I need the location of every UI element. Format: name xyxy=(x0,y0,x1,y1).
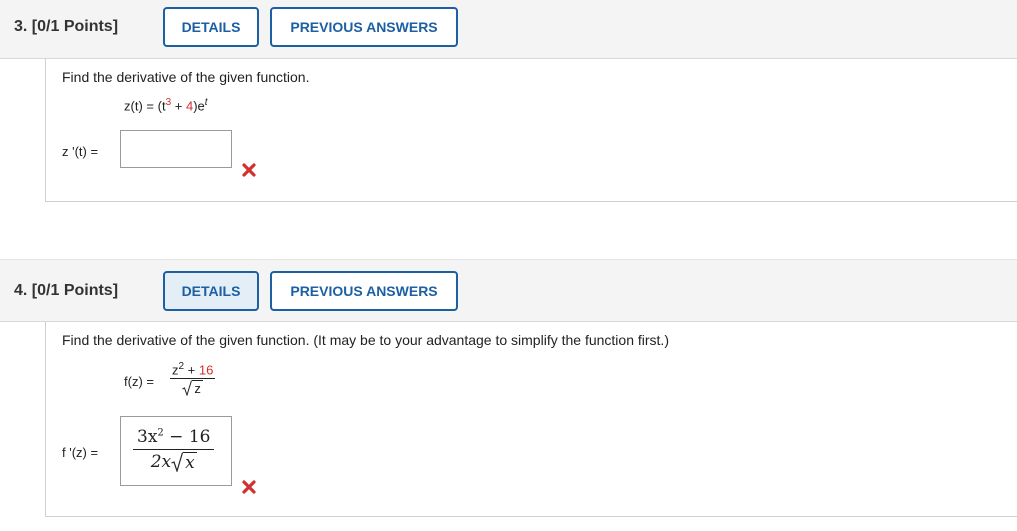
question-number: 4. xyxy=(14,282,28,299)
function-lhs: f(z) = xyxy=(124,374,154,389)
equals-sign: = xyxy=(90,144,99,159)
function-exponent: t xyxy=(204,97,208,108)
square-root-symbol: x xyxy=(171,452,197,473)
fraction-numerator: z2 + 16 xyxy=(170,361,216,380)
previous-answers-button[interactable]: PREVIOUS ANSWERS xyxy=(270,7,458,47)
answer-input[interactable]: 3x2 − 16 2x x xyxy=(120,416,232,486)
function-lhs: z(t) xyxy=(124,98,143,114)
answer-label: f '(z) = xyxy=(62,445,98,460)
radicand: z xyxy=(192,380,203,397)
x-mark-icon xyxy=(242,480,256,494)
numerator-constant: 16 xyxy=(198,362,214,378)
answer-input[interactable] xyxy=(120,130,232,168)
radical-sign-icon xyxy=(182,380,193,397)
question-prompt: Find the derivative of the given functio… xyxy=(62,332,669,348)
answer-label-text: z '(t) xyxy=(62,144,87,159)
equals-sign: = xyxy=(146,98,154,114)
equals-sign: = xyxy=(146,374,154,389)
answer-numerator: 3x2 − 16 xyxy=(133,427,215,450)
question-3-title: 3. [0/1 Points] xyxy=(14,18,118,36)
given-function: z(t) = (t3 + 4)et xyxy=(124,97,208,113)
answer-numerator-term: 3x xyxy=(137,427,158,447)
equals-sign: = xyxy=(90,445,99,460)
answer-denominator-coef: 2x xyxy=(150,452,172,472)
details-button[interactable]: DETAILS xyxy=(163,271,259,311)
function-term: (t xyxy=(157,98,166,114)
answer-numerator-rest: − 16 xyxy=(163,427,211,447)
plus-sign: + xyxy=(171,98,186,114)
answer-denominator: 2x x xyxy=(151,450,197,473)
radical-sign-icon xyxy=(171,452,184,472)
x-mark-icon xyxy=(242,163,256,177)
details-button[interactable]: DETAILS xyxy=(163,7,259,47)
answer-fraction: 3x2 − 16 2x x xyxy=(133,427,215,473)
question-4-title: 4. [0/1 Points] xyxy=(14,282,118,300)
answer-label: z '(t) = xyxy=(62,144,98,159)
question-3-header: 3. [0/1 Points] DETAILS PREVIOUS ANSWERS xyxy=(0,0,1017,59)
question-prompt: Find the derivative of the given functio… xyxy=(62,69,310,85)
square-root-symbol: z xyxy=(182,380,203,397)
question-3-body: Find the derivative of the given functio… xyxy=(45,59,1017,202)
points-label: [0/1 Points] xyxy=(31,282,119,299)
plus-sign: + xyxy=(184,362,199,378)
question-number: 3. xyxy=(14,18,28,35)
points-label: [0/1 Points] xyxy=(31,18,119,35)
previous-answers-button[interactable]: PREVIOUS ANSWERS xyxy=(270,271,458,311)
question-4-header: 4. [0/1 Points] DETAILS PREVIOUS ANSWERS xyxy=(0,259,1017,322)
radicand: x xyxy=(183,452,197,473)
answer-label-text: f '(z) xyxy=(62,445,87,460)
fraction-denominator: z xyxy=(182,379,203,397)
function-term: )e xyxy=(193,98,205,114)
given-function-fraction: z2 + 16 z xyxy=(170,361,216,397)
question-4-body: Find the derivative of the given functio… xyxy=(45,322,1017,517)
function-lhs-text: f(z) xyxy=(124,374,143,389)
